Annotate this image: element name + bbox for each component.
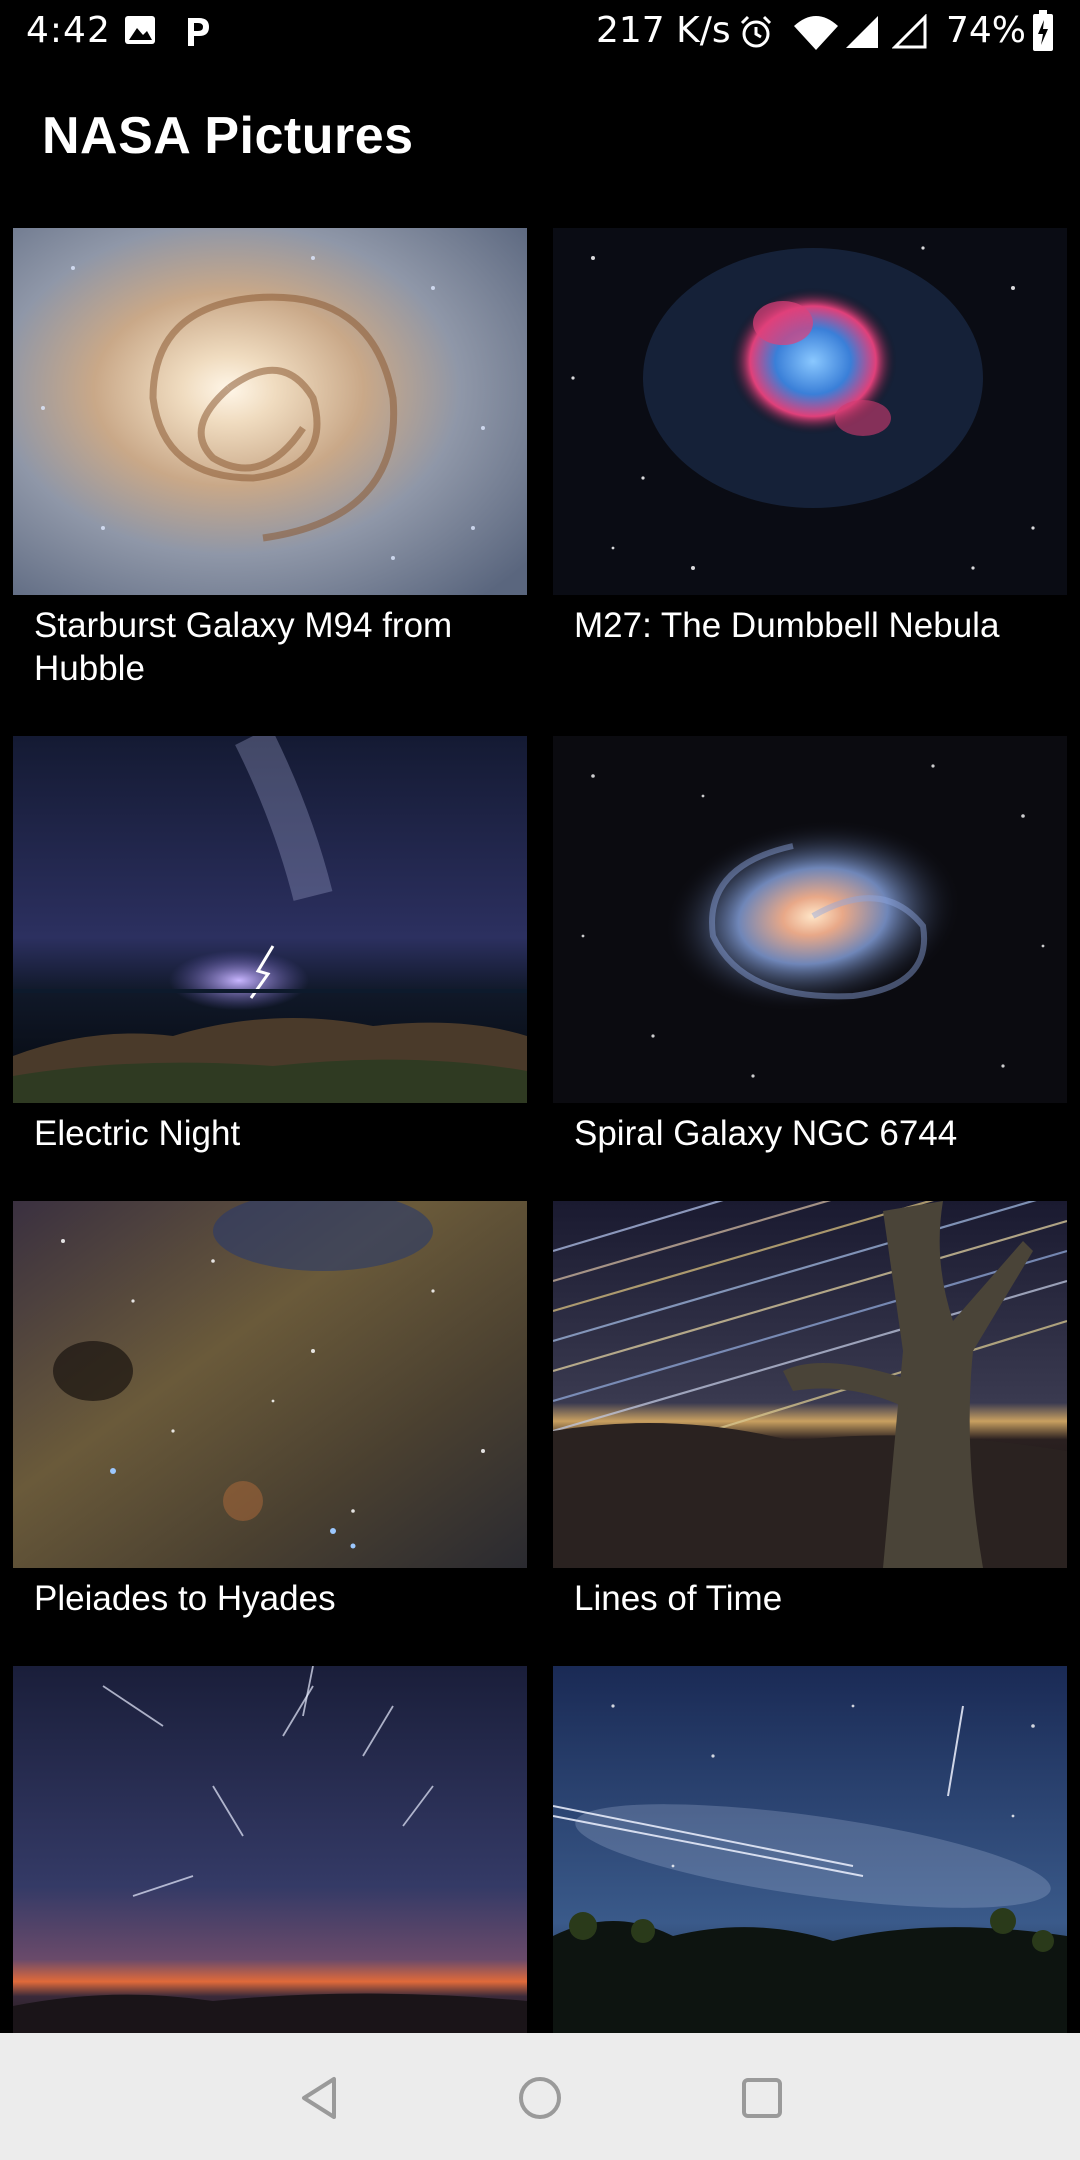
picture-card[interactable] xyxy=(553,1666,1067,2033)
network-speed: 217 K/s xyxy=(596,10,731,51)
battery-percent: 74% xyxy=(946,10,1027,51)
signal-icon xyxy=(844,14,880,59)
p-app-icon xyxy=(182,14,212,57)
recents-button[interactable] xyxy=(735,2071,789,2125)
picture-thumbnail[interactable] xyxy=(13,1201,527,1568)
picture-title[interactable]: Starburst Galaxy M94 from Hubble xyxy=(34,604,514,690)
back-triangle-icon xyxy=(302,2077,336,2119)
picture-card[interactable]: Spiral Galaxy NGC 6744 xyxy=(553,736,1067,1153)
navigation-bar xyxy=(0,2033,1080,2160)
picture-thumbnail[interactable] xyxy=(553,1201,1067,1568)
image-icon xyxy=(124,14,156,55)
picture-card[interactable]: M27: The Dumbbell Nebula xyxy=(553,228,1067,645)
picture-thumbnail[interactable] xyxy=(13,736,527,1103)
back-button[interactable] xyxy=(292,2071,346,2125)
picture-card[interactable]: Pleiades to Hyades xyxy=(13,1201,527,1618)
picture-thumbnail[interactable] xyxy=(553,228,1067,595)
wifi-icon xyxy=(792,14,840,61)
picture-title[interactable]: M27: The Dumbbell Nebula xyxy=(574,604,1054,647)
battery-charging-icon xyxy=(1032,10,1054,61)
app-bar: NASA Pictures xyxy=(0,66,1080,216)
picture-card[interactable]: Electric Night xyxy=(13,736,527,1153)
recents-square-icon xyxy=(742,2078,782,2118)
picture-title[interactable]: Lines of Time xyxy=(574,1577,1054,1620)
alarm-icon xyxy=(738,14,774,59)
app-title: NASA Pictures xyxy=(42,107,414,165)
picture-title[interactable]: Spiral Galaxy NGC 6744 xyxy=(574,1112,1054,1155)
picture-title[interactable]: Electric Night xyxy=(34,1112,514,1155)
picture-thumbnail[interactable] xyxy=(553,736,1067,1103)
picture-card[interactable]: Starburst Galaxy M94 from Hubble xyxy=(13,228,527,688)
status-time: 4:42 xyxy=(26,10,111,51)
home-circle-icon xyxy=(519,2077,561,2119)
picture-card[interactable]: Lines of Time xyxy=(553,1201,1067,1618)
picture-thumbnail[interactable] xyxy=(13,228,527,595)
picture-thumbnail[interactable] xyxy=(13,1666,527,2033)
picture-thumbnail[interactable] xyxy=(553,1666,1067,2033)
picture-title[interactable]: Pleiades to Hyades xyxy=(34,1577,514,1620)
signal-empty-icon xyxy=(891,13,928,59)
status-bar: 4:42 217 K/s 74% xyxy=(0,0,1080,66)
home-button[interactable] xyxy=(513,2071,567,2125)
picture-card[interactable] xyxy=(13,1666,527,2033)
screen: 4:42 217 K/s 74% NASA Pictures Starburst… xyxy=(0,0,1080,2160)
